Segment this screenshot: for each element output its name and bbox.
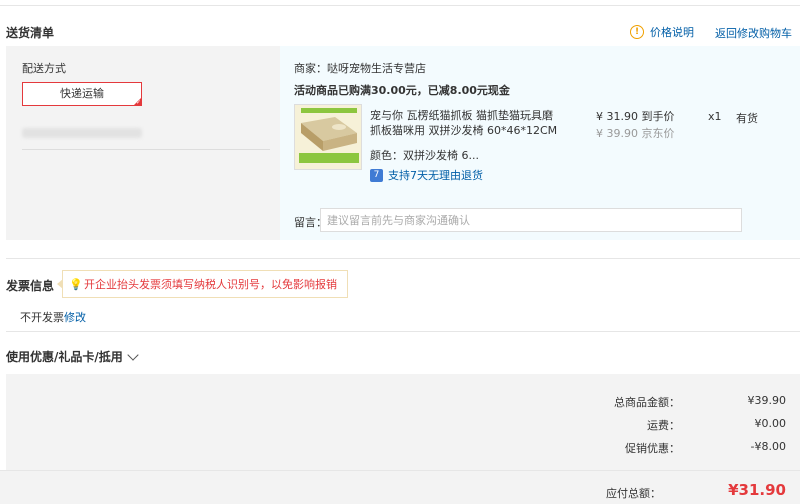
shop-name: 商家：哒呀宠物生活专营店 (294, 62, 426, 75)
summary-value: -¥8.00 (750, 440, 786, 453)
shipping-method-text: 快递运输 (60, 87, 104, 100)
invoice-tip-text: 开企业抬头发票须填写纳税人识别号，以免影响报销 (84, 278, 337, 291)
summary-label: 促销优惠： (625, 442, 680, 455)
selected-check-icon: ✓ (135, 99, 141, 106)
final-price: ¥ 31.90 到手价 (596, 110, 675, 123)
invoice-status: 不开发票 (20, 311, 64, 324)
summary-value: ¥39.90 (747, 394, 787, 407)
summary-label: 总商品金额： (614, 396, 680, 409)
shipping-divider (22, 149, 270, 150)
order-panel: 商家：哒呀宠物生活专营店 活动商品已购满30.00元，已减8.00元现金 宠与你… (280, 46, 800, 240)
divider (6, 331, 800, 332)
summary-row: 运费： ¥0.00 (560, 417, 786, 433)
product-thumbnail[interactable] (294, 104, 362, 170)
coupon-toggle[interactable]: 使用优惠/礼品卡/抵用 (6, 348, 139, 365)
back-to-cart-link[interactable]: 返回修改购物车 (715, 25, 792, 41)
info-icon: ! (630, 25, 644, 39)
return-policy-icon: 7 (370, 168, 383, 182)
shipping-method-button[interactable]: 快递运输 ✓ (22, 82, 142, 106)
payable-value: ¥31.90 (728, 481, 786, 499)
payable-bar: 应付总额： ¥31.90 (0, 470, 800, 504)
blurred-address (22, 128, 142, 138)
message-input[interactable] (320, 208, 742, 232)
product-title-link[interactable]: 宠与你 瓦楞纸猫抓板 猫抓垫猫玩具磨抓板猫咪用 双拼沙发椅 60*46*12CM (370, 108, 560, 138)
summary-label: 运费： (647, 419, 680, 432)
shipping-panel: 配送方式 快递运输 ✓ (6, 46, 286, 240)
return-policy: 7 支持7天无理由退货 (370, 167, 483, 183)
top-divider (0, 5, 800, 6)
promo-text: 活动商品已购满30.00元，已减8.00元现金 (294, 84, 510, 97)
price-note-link[interactable]: ! 价格说明 (630, 24, 694, 40)
summary-row: 总商品金额： ¥39.90 (560, 394, 786, 410)
stock-status: 有货 (736, 112, 758, 125)
divider (6, 258, 800, 259)
chevron-down-icon (127, 348, 139, 361)
product-color: 颜色：双拼沙发椅 6... (370, 149, 479, 162)
price-note-label: 价格说明 (650, 26, 694, 39)
return-policy-label: 支持7天无理由退货 (388, 169, 483, 182)
section-title-shipping-list: 送货清单 (6, 26, 55, 40)
coupon-title: 使用优惠/礼品卡/抵用 (6, 350, 123, 364)
summary-row: 促销优惠： -¥8.00 (560, 440, 786, 456)
invoice-edit-link[interactable]: 修改 (64, 309, 86, 325)
summary-value: ¥0.00 (754, 417, 787, 430)
section-title-invoice: 发票信息 (6, 279, 55, 293)
lightbulb-icon: 💡 (69, 277, 83, 291)
product-image (295, 105, 361, 169)
invoice-tip: 💡 开企业抬头发票须填写纳税人识别号，以免影响报销 (57, 270, 348, 298)
quantity: x1 (708, 110, 722, 123)
payable-label: 应付总额： (606, 487, 661, 500)
shipping-method-label: 配送方式 (22, 62, 66, 75)
jd-price: ¥ 39.90 京东价 (596, 127, 675, 140)
